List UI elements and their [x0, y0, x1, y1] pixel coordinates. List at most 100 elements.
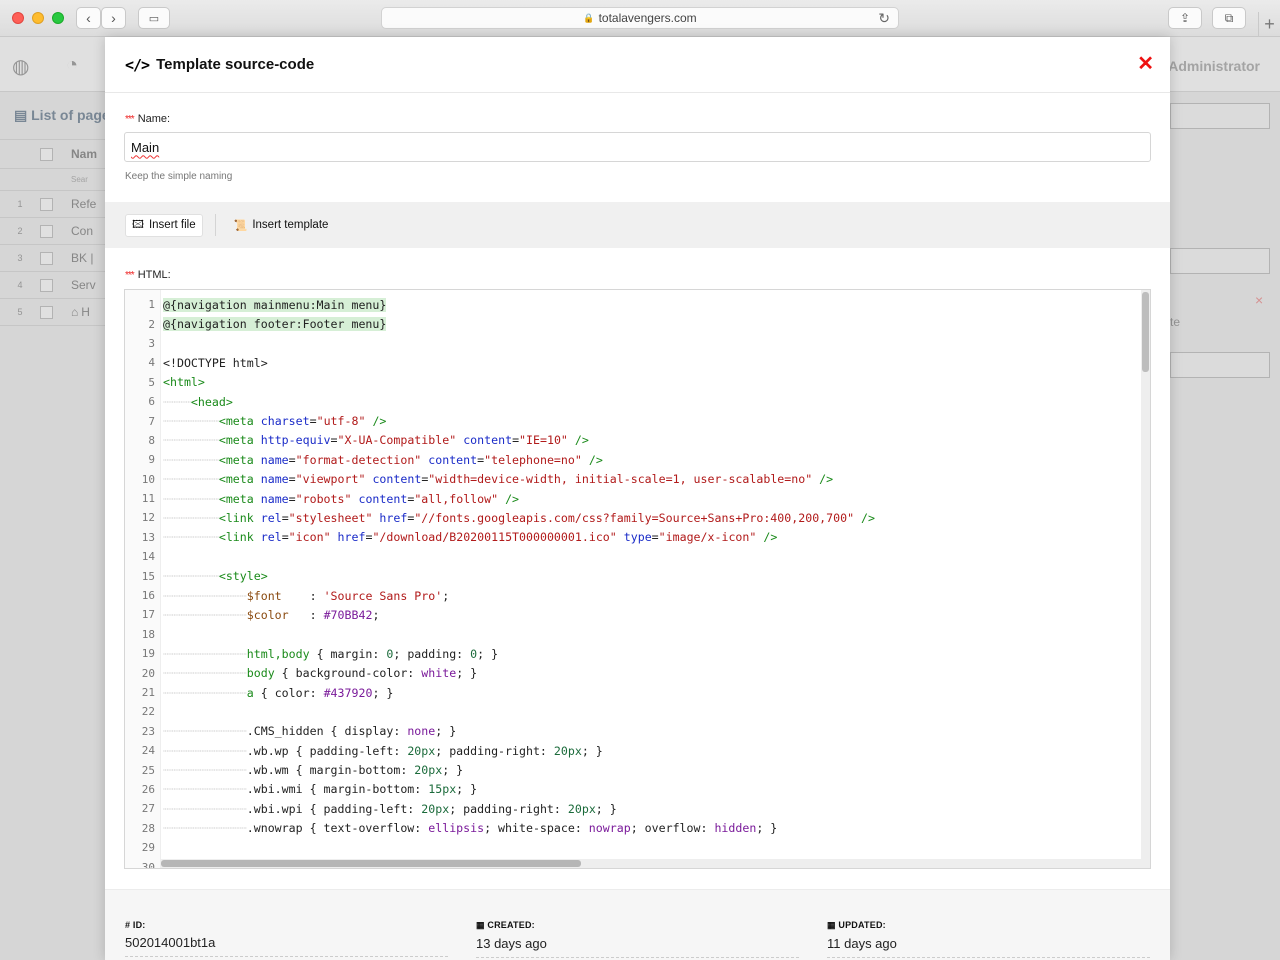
- code-token: "icon": [288, 530, 331, 545]
- url-text: totalavengers.com: [598, 11, 697, 25]
- line-number: 17: [141, 608, 155, 622]
- line-code: ┈┈┈┈┈┈┈┈┈┈┈┈body { background-color: whi…: [155, 666, 477, 680]
- code-token: .CMS_hidden { display:: [246, 724, 408, 739]
- code-token: =: [288, 472, 296, 487]
- code-line[interactable]: 23 ┈┈┈┈┈┈┈┈┈┈┈┈.CMS_hidden { display: non…: [125, 722, 1141, 741]
- code-line[interactable]: 6 ┈┈┈┈<head>: [125, 392, 1141, 411]
- code-token: />: [567, 433, 589, 448]
- code-line[interactable]: 9 ┈┈┈┈┈┈┈┈<meta name="format-detection" c…: [125, 450, 1141, 469]
- modal-header: </> Template source-code: [105, 37, 1170, 93]
- code-content: <meta name="viewport" content="width=dev…: [219, 472, 833, 486]
- code-token: "robots": [295, 491, 352, 506]
- line-number: 28: [141, 821, 155, 835]
- code-line[interactable]: 24 ┈┈┈┈┈┈┈┈┈┈┈┈.wb.wp { padding-left: 20p…: [125, 741, 1141, 760]
- horizontal-scrollbar[interactable]: [161, 859, 1143, 868]
- forward-button[interactable]: ›: [101, 7, 126, 29]
- code-content: .wbi.wmi { margin-bottom: 15px; }: [247, 782, 477, 796]
- close-window-button[interactable]: [12, 12, 24, 24]
- insert-template-button[interactable]: 📜 Insert template: [228, 214, 335, 237]
- browser-toolbar: ‹ › ▭ 🔒 totalavengers.com ↻ ⇪ ⧉ +: [0, 0, 1280, 37]
- line-number: 15: [141, 569, 155, 583]
- code-token: ; }: [435, 724, 457, 739]
- code-line[interactable]: 28 ┈┈┈┈┈┈┈┈┈┈┈┈.wnowrap { text-overflow: …: [125, 819, 1141, 838]
- minimize-window-button[interactable]: [32, 12, 44, 24]
- line-code: ┈┈┈┈┈┈┈┈<link rel="stylesheet" href="//f…: [155, 511, 875, 525]
- code-token: ; overflow:: [630, 821, 715, 836]
- code-token: $font: [246, 588, 282, 603]
- code-token: ; }: [372, 685, 394, 700]
- code-line[interactable]: 10 ┈┈┈┈┈┈┈┈<meta name="viewport" content=…: [125, 470, 1141, 489]
- maximize-window-button[interactable]: [52, 12, 64, 24]
- code-token: 20px: [421, 801, 450, 816]
- code-content: .wb.wm { margin-bottom: 20px; }: [247, 763, 463, 777]
- code-line[interactable]: 12 ┈┈┈┈┈┈┈┈<link rel="stylesheet" href="/…: [125, 508, 1141, 527]
- code-token: =: [651, 530, 659, 545]
- new-tab-button[interactable]: +: [1258, 12, 1280, 37]
- code-token: :: [288, 607, 324, 622]
- code-content: <meta charset="utf-8" />: [219, 414, 387, 428]
- code-line[interactable]: 4 <!DOCTYPE html>: [125, 353, 1141, 372]
- code-token: .wbi.wpi { padding-left:: [246, 801, 422, 816]
- toolbar-divider: [214, 214, 216, 236]
- sidebar-toggle-button[interactable]: ▭: [138, 7, 170, 29]
- code-token: html,body: [246, 646, 310, 661]
- close-icon[interactable]: ✕: [1137, 54, 1154, 74]
- code-line[interactable]: 8 ┈┈┈┈┈┈┈┈<meta http-equiv="X-UA-Compatib…: [125, 431, 1141, 450]
- indent-guide: ┈┈┈┈┈┈┈┈: [163, 569, 219, 584]
- back-button[interactable]: ‹: [76, 7, 101, 29]
- line-number: 26: [141, 782, 155, 796]
- code-line[interactable]: 13 ┈┈┈┈┈┈┈┈<link rel="icon" href="/downlo…: [125, 528, 1141, 547]
- code-line[interactable]: 22: [125, 702, 1141, 721]
- indent-guide: ┈┈┈┈┈┈┈┈: [163, 452, 219, 467]
- address-bar[interactable]: 🔒 totalavengers.com ↻: [381, 7, 899, 29]
- code-line[interactable]: 19 ┈┈┈┈┈┈┈┈┈┈┈┈html,body { margin: 0; pad…: [125, 644, 1141, 663]
- code-line[interactable]: 5 <html>: [125, 373, 1141, 392]
- vertical-scroll-thumb[interactable]: [1142, 292, 1149, 372]
- code-line[interactable]: 7 ┈┈┈┈┈┈┈┈<meta charset="utf-8" />: [125, 411, 1141, 430]
- code-token: />: [498, 491, 520, 506]
- code-content: @{navigation footer:Footer menu}: [163, 317, 387, 332]
- code-line[interactable]: 11 ┈┈┈┈┈┈┈┈<meta name="robots" content="a…: [125, 489, 1141, 508]
- indent-guide: ┈┈┈┈┈┈┈┈: [163, 491, 219, 506]
- code-content: <style>: [219, 569, 268, 583]
- share-icon: ⇪: [1179, 11, 1191, 25]
- tabs-overview-button[interactable]: ⧉: [1212, 7, 1246, 29]
- name-field[interactable]: Main: [124, 132, 1151, 162]
- code-line[interactable]: 17 ┈┈┈┈┈┈┈┈┈┈┈┈$color : #70BB42;: [125, 605, 1141, 624]
- code-token: />: [854, 510, 876, 525]
- code-token: $color: [246, 607, 289, 622]
- code-line[interactable]: 14: [125, 547, 1141, 566]
- code-line[interactable]: 20 ┈┈┈┈┈┈┈┈┈┈┈┈body { background-color: w…: [125, 663, 1141, 682]
- code-line[interactable]: 16 ┈┈┈┈┈┈┈┈┈┈┈┈$font : 'Source Sans Pro';: [125, 586, 1141, 605]
- vertical-scrollbar[interactable]: [1141, 290, 1150, 868]
- share-button[interactable]: ⇪: [1168, 7, 1202, 29]
- code-line[interactable]: 27 ┈┈┈┈┈┈┈┈┈┈┈┈.wbi.wpi { padding-left: 2…: [125, 799, 1141, 818]
- code-token: ellipsis: [428, 821, 485, 836]
- line-number: 20: [141, 666, 155, 680]
- code-token: "image/x-icon": [658, 530, 757, 545]
- code-token: ; }: [477, 646, 499, 661]
- id-label: # ID:: [125, 920, 146, 930]
- code-content: $color : #70BB42;: [247, 608, 380, 622]
- code-line[interactable]: 15 ┈┈┈┈┈┈┈┈<style>: [125, 566, 1141, 585]
- code-token: { color:: [253, 685, 324, 700]
- insert-file-button[interactable]: 🖾 Insert file: [125, 213, 203, 237]
- line-code: ┈┈┈┈┈┈┈┈<meta http-equiv="X-UA-Compatibl…: [155, 433, 589, 447]
- code-token: <link: [218, 510, 261, 525]
- required-marker: ***: [125, 270, 135, 281]
- horizontal-scroll-thumb[interactable]: [161, 860, 581, 867]
- code-line[interactable]: 25 ┈┈┈┈┈┈┈┈┈┈┈┈.wb.wm { margin-bottom: 20…: [125, 760, 1141, 779]
- code-line[interactable]: 29: [125, 838, 1141, 857]
- code-token: .wb.wp { padding-left:: [246, 743, 408, 758]
- code-line[interactable]: 18: [125, 625, 1141, 644]
- code-line[interactable]: 1 @{navigation mainmenu:Main menu}: [125, 295, 1141, 314]
- code-line[interactable]: 3: [125, 334, 1141, 353]
- code-editor[interactable]: 1 @{navigation mainmenu:Main menu} 2 @{navi…: [124, 289, 1151, 869]
- code-token: name: [260, 472, 289, 487]
- line-number: 11: [141, 492, 155, 506]
- code-line[interactable]: 26 ┈┈┈┈┈┈┈┈┈┈┈┈.wbi.wmi { margin-bottom: …: [125, 780, 1141, 799]
- reload-icon[interactable]: ↻: [878, 10, 890, 27]
- code-content: .CMS_hidden { display: none; }: [247, 724, 456, 738]
- code-line[interactable]: 2 @{navigation footer:Footer menu}: [125, 314, 1141, 333]
- code-line[interactable]: 21 ┈┈┈┈┈┈┈┈┈┈┈┈a { color: #437920; }: [125, 683, 1141, 702]
